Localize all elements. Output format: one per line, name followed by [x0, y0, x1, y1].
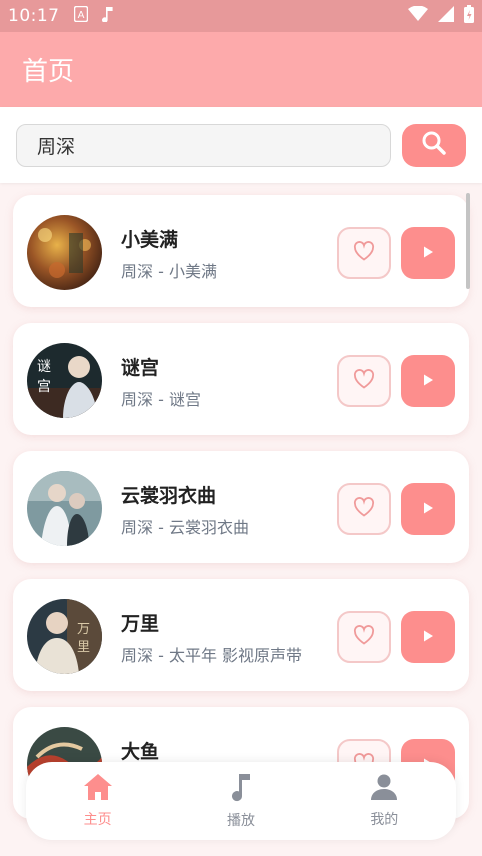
favorite-button[interactable] [337, 355, 391, 407]
play-icon [421, 244, 435, 263]
nav-label: 播放 [226, 813, 255, 829]
nav-item-home[interactable]: 主页 [53, 773, 143, 829]
home-icon [83, 773, 113, 805]
svg-text:万: 万 [77, 622, 90, 637]
song-subtitle: 周深 - 谜宫 [121, 390, 201, 409]
album-cover [27, 471, 102, 546]
list-scrollbar[interactable] [466, 193, 470, 289]
search-row [0, 107, 482, 183]
person-icon [370, 773, 398, 805]
song-card[interactable]: 谜宫 谜宫 周深 - 谜宫 [13, 323, 469, 435]
album-cover: 万里 [27, 599, 102, 674]
svg-text:宫: 宫 [37, 379, 51, 395]
song-title: 谜宫 [121, 357, 160, 379]
nav-item-play[interactable]: 播放 [196, 772, 286, 830]
song-card[interactable]: 小美满 周深 - 小美满 [13, 195, 469, 307]
search-input[interactable] [16, 123, 391, 167]
play-button[interactable] [401, 483, 455, 535]
song-card[interactable]: 万里 万里 周深 - 太平年 影视原声带 [13, 579, 469, 691]
play-icon [421, 500, 435, 519]
play-icon [421, 372, 435, 391]
nav-label: 我的 [370, 812, 399, 828]
song-list[interactable]: 小美满 周深 - 小美满 谜宫 谜宫 周深 - 谜宫 云裳羽衣曲 周深 - 云裳… [0, 183, 482, 856]
song-subtitle: 周深 - 云裳羽衣曲 [121, 518, 249, 537]
album-cover [27, 215, 102, 290]
music-note-icon [230, 772, 252, 806]
favorite-button[interactable] [337, 227, 391, 279]
page-title: 首页 [22, 57, 75, 87]
heart-icon [353, 625, 375, 649]
music-notification-icon [101, 6, 114, 27]
status-time: 10:17 [8, 6, 60, 26]
svg-text:A: A [77, 10, 84, 21]
song-subtitle: 周深 - 太平年 影视原声带 [121, 646, 303, 665]
nav-label: 主页 [83, 812, 112, 828]
song-title: 万里 [121, 613, 160, 635]
nav-item-profile[interactable]: 我的 [339, 773, 429, 829]
signal-icon [438, 5, 454, 27]
wifi-icon [408, 4, 428, 27]
song-card[interactable]: 云裳羽衣曲 周深 - 云裳羽衣曲 [13, 451, 469, 563]
heart-icon [353, 497, 375, 521]
svg-text:谜: 谜 [37, 359, 51, 375]
play-button[interactable] [401, 227, 455, 279]
song-title: 小美满 [121, 229, 179, 251]
battery-icon [464, 4, 474, 28]
status-bar: 10:17 A [0, 0, 482, 32]
song-subtitle: 周深 - 小美满 [121, 262, 217, 281]
song-title: 大鱼 [121, 741, 160, 763]
bottom-nav: 主页 播放 我的 [26, 762, 456, 840]
play-button[interactable] [401, 611, 455, 663]
heart-icon [353, 369, 375, 393]
play-button[interactable] [401, 355, 455, 407]
play-icon [421, 628, 435, 647]
heart-icon [353, 241, 375, 265]
svg-text:里: 里 [77, 640, 90, 655]
song-title: 云裳羽衣曲 [121, 485, 217, 507]
search-button[interactable] [402, 123, 466, 167]
notification-a-icon: A [73, 5, 88, 27]
favorite-button[interactable] [337, 483, 391, 535]
favorite-button[interactable] [337, 611, 391, 663]
app-bar: 首页 [0, 32, 482, 107]
album-cover: 谜宫 [27, 343, 102, 418]
search-icon [421, 130, 447, 160]
